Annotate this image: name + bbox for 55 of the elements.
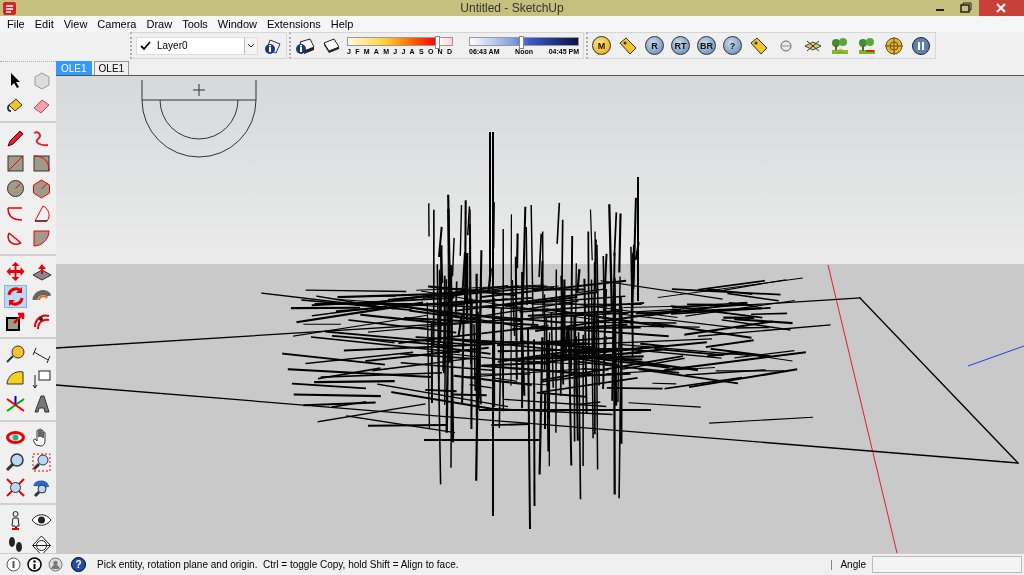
plugin-button[interactable]: M (592, 36, 611, 55)
pie-icon (30, 228, 52, 249)
shadow-info-icon[interactable] (295, 36, 315, 55)
tag-icon[interactable] (618, 35, 638, 56)
menu-item[interactable]: View (58, 18, 93, 30)
axes-icon (4, 394, 26, 415)
move-arrows-icon (4, 261, 26, 282)
text-label-icon (30, 369, 52, 390)
measurement-field[interactable] (872, 556, 1022, 573)
menu-item[interactable]: Draw (141, 18, 178, 30)
polygon-icon (30, 178, 52, 199)
plugin-button[interactable]: BR (697, 36, 716, 55)
pencil-icon (4, 128, 26, 149)
layer-dropdown[interactable]: Layer0 (136, 36, 258, 55)
layer-info-icon[interactable] (264, 36, 282, 55)
3d-scene-drawing[interactable] (56, 76, 1024, 553)
circle-icon (4, 178, 26, 199)
tool-button[interactable] (29, 451, 53, 474)
tool-button[interactable] (3, 476, 27, 499)
trees-icon[interactable] (830, 35, 850, 56)
slider-thumb[interactable] (518, 35, 524, 49)
tape-measure-icon (4, 344, 26, 365)
window-title: Untitled - SketchUp (459, 0, 565, 16)
user-icon (48, 557, 63, 572)
zoom-window-icon (30, 452, 52, 473)
plugin-button[interactable]: R (645, 36, 664, 55)
menu-item[interactable]: Edit (29, 18, 59, 30)
menu-item[interactable]: Tools (177, 18, 213, 30)
menu-item[interactable]: Extensions (261, 18, 326, 30)
slider-thumb[interactable] (435, 35, 441, 49)
zoom-extents-icon (4, 477, 26, 498)
tool-button[interactable] (3, 451, 27, 474)
menu-item[interactable]: Window (212, 18, 262, 30)
measurement-label: Angle (840, 559, 866, 570)
trees-icon[interactable] (857, 35, 877, 56)
scene-tab[interactable]: OLE1 (93, 61, 130, 75)
menu-item[interactable]: Camera (92, 18, 142, 30)
shadow-toggle-icon[interactable] (321, 36, 341, 55)
help-icon[interactable]: ? (71, 557, 86, 572)
rectangle-icon (4, 153, 26, 174)
menu-item[interactable]: File (2, 18, 30, 30)
date-slider[interactable] (347, 36, 453, 46)
target-icon[interactable] (884, 35, 904, 56)
scale-icon (4, 311, 26, 332)
close-icon[interactable] (979, 0, 1024, 16)
menu-item[interactable]: Help (325, 18, 359, 30)
rotated-rectangle-icon (30, 153, 52, 174)
pause-icon[interactable] (911, 35, 931, 56)
plugin-button[interactable]: ? (723, 36, 742, 55)
plugin-button[interactable]: RT (671, 36, 690, 55)
status-hint: Pick entity, rotation plane and origin. Ctrl = toggle Copy, hold Shift = Align to face. (97, 559, 459, 570)
magnifier-icon (4, 452, 26, 473)
tag-icon[interactable] (749, 35, 769, 56)
tool-button[interactable] (3, 310, 27, 333)
time-slider[interactable] (469, 36, 579, 46)
